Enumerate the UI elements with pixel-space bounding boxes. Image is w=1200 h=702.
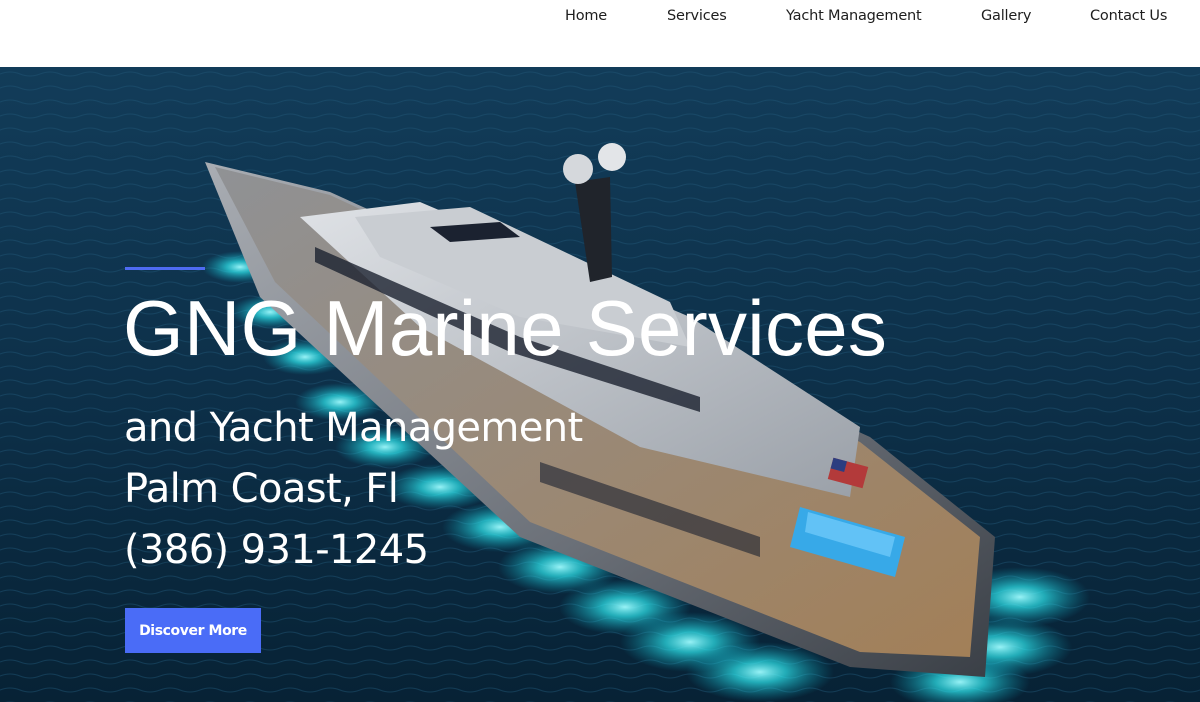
site-header: Home Services Yacht Management Gallery C…: [0, 0, 1200, 67]
nav-item-contact-us[interactable]: Contact Us: [1090, 8, 1167, 24]
nav-item-yacht-management[interactable]: Yacht Management: [786, 8, 922, 24]
nav-item-gallery[interactable]: Gallery: [981, 8, 1031, 24]
hero-phone: (386) 931-1245: [124, 527, 429, 573]
hero-location: Palm Coast, Fl: [124, 466, 399, 512]
hero-title: GNG Marine Services: [123, 284, 888, 372]
hero-section: GNG Marine Services and Yacht Management…: [0, 67, 1200, 702]
discover-more-button[interactable]: Discover More: [125, 608, 261, 653]
hero-subtitle: and Yacht Management: [124, 405, 583, 451]
yacht-photo: [0, 67, 1200, 702]
main-nav: Home Services Yacht Management Gallery C…: [0, 8, 1200, 28]
nav-item-services[interactable]: Services: [667, 8, 727, 24]
accent-line: [125, 267, 205, 270]
nav-item-home[interactable]: Home: [565, 8, 607, 24]
